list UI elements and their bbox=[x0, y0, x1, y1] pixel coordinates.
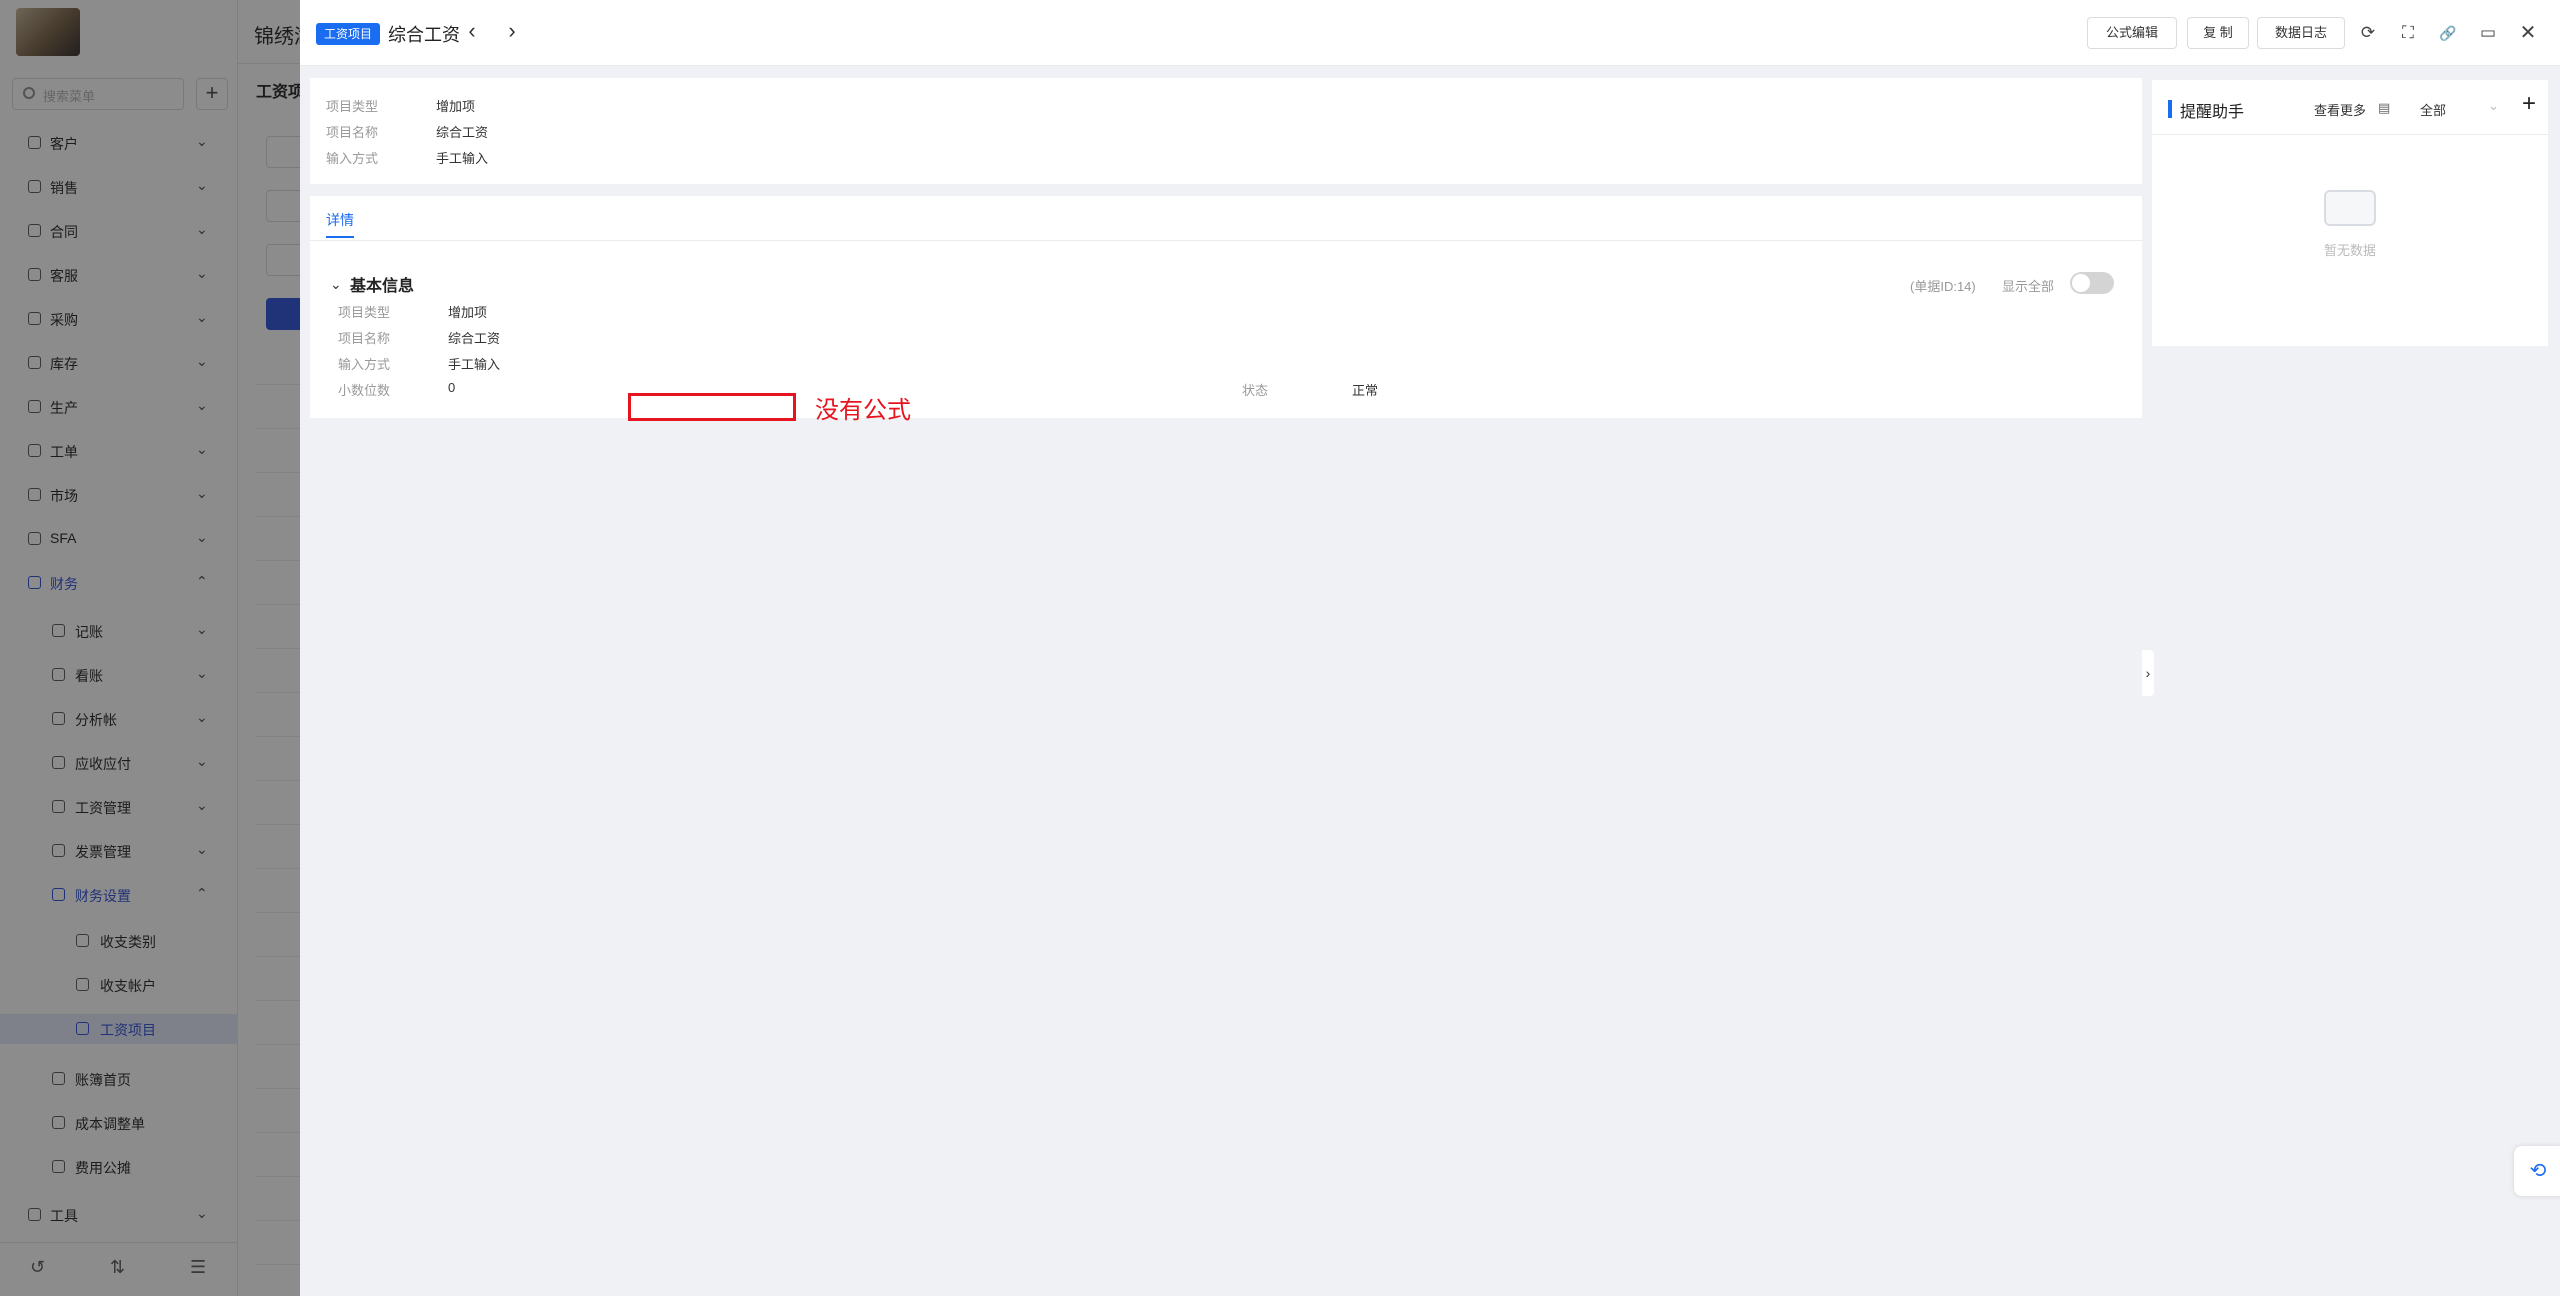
next-record-icon[interactable]: › bbox=[502, 18, 522, 44]
close-icon[interactable]: ✕ bbox=[2516, 21, 2540, 45]
tab-details[interactable]: 详情 bbox=[326, 210, 354, 230]
detail-drawer: 工资项目 综合工资 ‹ › 公式编辑 复 制 数据日志 ⟳ ⛶ 🔗 ▭ ✕ 项目… bbox=[300, 0, 2560, 1296]
field-value: 手工输入 bbox=[436, 151, 489, 166]
field-value: 0 bbox=[448, 380, 456, 395]
field-label: 状态 bbox=[1242, 383, 1269, 398]
data-log-button[interactable]: 数据日志 bbox=[2257, 17, 2345, 49]
toggle-knob bbox=[2072, 274, 2090, 292]
collapse-panel-handle[interactable]: › bbox=[2142, 650, 2154, 696]
tab-active-indicator bbox=[326, 236, 354, 238]
title-accent-bar bbox=[2168, 100, 2172, 118]
chevron-down-icon[interactable]: ⌄ bbox=[2488, 98, 2499, 114]
field-value: 综合工资 bbox=[436, 125, 489, 140]
field-label: 项目类型 bbox=[326, 99, 379, 114]
show-all-label: 显示全部 bbox=[2002, 279, 2055, 294]
field-value: 增加项 bbox=[436, 99, 476, 114]
field-label: 小数位数 bbox=[338, 383, 391, 398]
copy-button[interactable]: 复 制 bbox=[2187, 17, 2249, 49]
annotation-box bbox=[628, 393, 796, 421]
empty-state-text: 暂无数据 bbox=[2323, 243, 2376, 258]
document-id: (单据ID:14) bbox=[1910, 279, 1976, 294]
field-label: 输入方式 bbox=[326, 151, 379, 166]
field-value: 正常 bbox=[1352, 383, 1379, 398]
dock-icon[interactable]: ▭ bbox=[2476, 21, 2500, 45]
field-label: 项目类型 bbox=[338, 305, 391, 320]
divider bbox=[2152, 134, 2548, 135]
field-label: 输入方式 bbox=[338, 357, 391, 372]
field-value: 增加项 bbox=[448, 305, 488, 320]
floating-assistant-icon[interactable]: ⟲ bbox=[2514, 1146, 2560, 1196]
annotation-text: 没有公式 bbox=[815, 396, 911, 424]
divider bbox=[310, 240, 2142, 241]
details-card: 详情 ⌄ 基本信息 (单据ID:14) 显示全部 项目类型 增加项 项目名称 综… bbox=[310, 196, 2142, 418]
summary-card: 项目类型 增加项 项目名称 综合工资 输入方式 手工输入 bbox=[310, 78, 2142, 184]
fullscreen-icon[interactable]: ⛶ bbox=[2396, 21, 2420, 45]
refresh-icon[interactable]: ⟳ bbox=[2356, 21, 2380, 45]
assistant-title: 提醒助手 bbox=[2180, 104, 2245, 121]
field-value: 综合工资 bbox=[448, 331, 501, 346]
add-reminder-button[interactable]: + bbox=[2522, 90, 2536, 118]
reminder-assistant-panel: 提醒助手 查看更多 ▤ 全部 ⌄ + 暂无数据 bbox=[2152, 80, 2548, 346]
empty-inbox-icon bbox=[2324, 190, 2376, 226]
show-all-toggle[interactable] bbox=[2070, 272, 2114, 294]
section-title[interactable]: 基本信息 bbox=[350, 272, 414, 296]
field-value: 手工输入 bbox=[448, 357, 501, 372]
chevron-down-icon[interactable]: ⌄ bbox=[330, 276, 342, 293]
drawer-header: 工资项目 综合工资 ‹ › 公式编辑 复 制 数据日志 ⟳ ⛶ 🔗 ▭ ✕ bbox=[300, 0, 2560, 66]
field-label: 项目名称 bbox=[338, 331, 391, 346]
record-type-tag: 工资项目 bbox=[316, 23, 381, 45]
link-icon[interactable]: 🔗 bbox=[2436, 21, 2460, 45]
filter-select[interactable]: 全部 bbox=[2420, 100, 2446, 119]
formula-edit-button[interactable]: 公式编辑 bbox=[2087, 17, 2177, 49]
record-title: 综合工资 bbox=[388, 25, 460, 45]
view-more-link[interactable]: 查看更多 bbox=[2314, 100, 2366, 119]
field-label: 项目名称 bbox=[326, 125, 379, 140]
prev-record-icon[interactable]: ‹ bbox=[462, 18, 482, 44]
list-icon[interactable]: ▤ bbox=[2378, 100, 2390, 116]
